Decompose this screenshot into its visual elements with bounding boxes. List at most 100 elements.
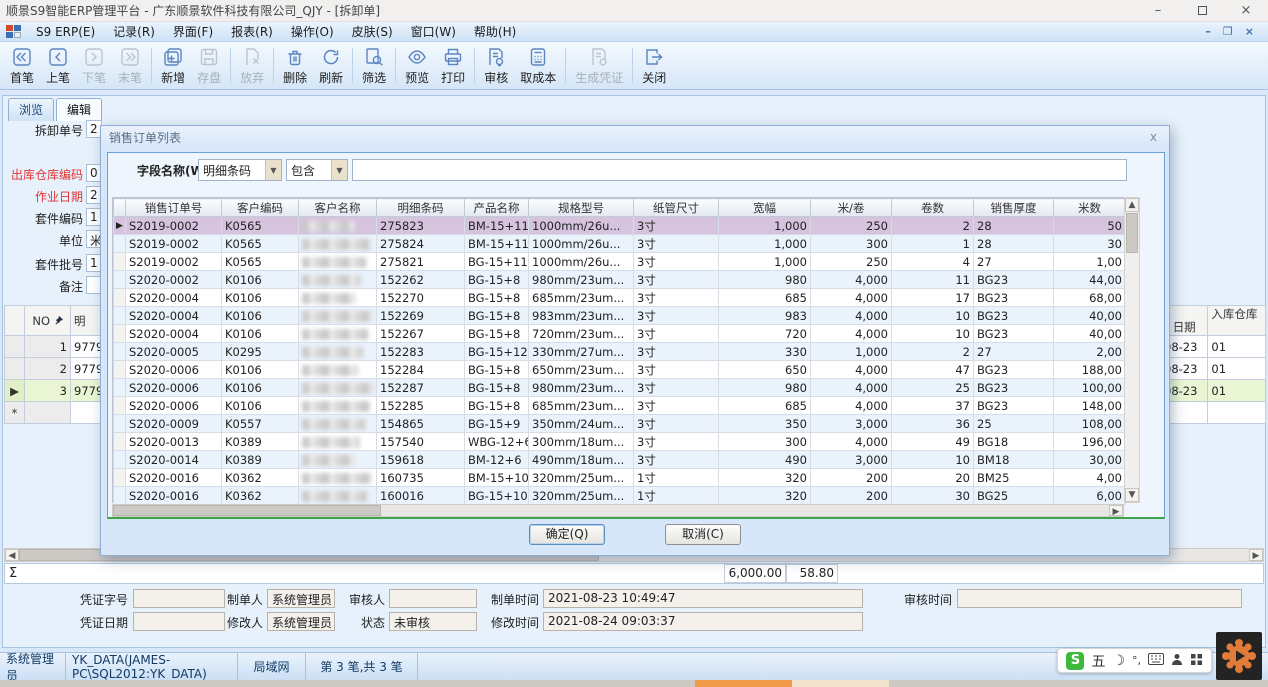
tab-edit[interactable]: 编辑: [56, 98, 102, 121]
toolbar-prev-button[interactable]: 上笔: [40, 44, 76, 87]
row-selector[interactable]: [114, 271, 126, 289]
row-selector[interactable]: [114, 469, 126, 487]
cancel-button[interactable]: 取消(C): [665, 524, 741, 545]
row-selector[interactable]: [114, 379, 126, 397]
table-row[interactable]: 08-2301: [1168, 336, 1266, 358]
menu-s9erp[interactable]: S9 ERP(E): [27, 23, 104, 41]
scroll-down-icon[interactable]: ▼: [1125, 488, 1139, 502]
col-3[interactable]: 明细条码: [377, 199, 465, 217]
toolbar-preview-button[interactable]: 预览: [399, 44, 435, 87]
scroll-up-icon[interactable]: ▲: [1125, 198, 1139, 212]
sogou-logo-icon[interactable]: S: [1066, 652, 1084, 670]
table-row[interactable]: 08-2301: [1168, 358, 1266, 380]
sales-order-row[interactable]: S2020-0004K0106152267BG-15+8720mm/23um..…: [114, 325, 1126, 343]
create-time-field[interactable]: 2021-08-23 10:49:47: [543, 589, 863, 608]
operator-select[interactable]: 包含 ▼: [286, 159, 348, 181]
maximize-button[interactable]: [1180, 0, 1224, 22]
sales-order-row[interactable]: S2020-0006K0106152287BG-15+8980mm/23um..…: [114, 379, 1126, 397]
sales-order-row[interactable]: S2020-0002K0106152262BG-15+8980mm/23um..…: [114, 271, 1126, 289]
toolbar-add-button[interactable]: 新增: [155, 44, 191, 87]
sales-order-row[interactable]: S2020-0016K0362160016BG-15+10320mm/25um.…: [114, 487, 1126, 505]
table-row[interactable]: [1168, 402, 1266, 424]
col-7[interactable]: 宽幅: [719, 199, 811, 217]
row-selector[interactable]: [114, 307, 126, 325]
punctuation-icon[interactable]: °,: [1132, 654, 1141, 667]
modify-time-field[interactable]: 2021-08-24 09:03:37: [543, 612, 863, 631]
status-field[interactable]: 未审核: [389, 612, 477, 631]
row-selector[interactable]: [114, 433, 126, 451]
sales-order-row[interactable]: S2020-0014K0389159618BM-12+6490mm/18um..…: [114, 451, 1126, 469]
menu-window[interactable]: 窗口(W): [402, 21, 465, 42]
mdi-restore-button[interactable]: ❐: [1223, 25, 1233, 38]
col-9[interactable]: 卷数: [892, 199, 974, 217]
close-button[interactable]: ×: [1224, 0, 1268, 22]
menu-reports[interactable]: 报表(R): [222, 21, 282, 42]
row-selector[interactable]: [114, 253, 126, 271]
toolbar-first-button[interactable]: 首笔: [4, 44, 40, 87]
menu-interface[interactable]: 界面(F): [164, 21, 222, 42]
creator-field[interactable]: 系统管理员: [267, 589, 335, 608]
col-2[interactable]: 客户名称: [299, 199, 377, 217]
mdi-minimize-button[interactable]: –: [1205, 25, 1211, 38]
toolbar-refresh-button[interactable]: 刷新: [313, 44, 349, 87]
tab-browse[interactable]: 浏览: [8, 98, 54, 121]
dialog-close-icon[interactable]: x: [1146, 130, 1161, 144]
col-6[interactable]: 纸管尺寸: [634, 199, 719, 217]
col-4[interactable]: 产品名称: [465, 199, 529, 217]
col-10[interactable]: 销售厚度: [974, 199, 1054, 217]
menu-records[interactable]: 记录(R): [104, 21, 164, 42]
scroll-left-icon[interactable]: ◀: [5, 549, 19, 561]
sales-order-row[interactable]: S2020-0006K0106152284BG-15+8650mm/23um..…: [114, 361, 1126, 379]
scroll-right-icon[interactable]: ▶: [1109, 505, 1123, 516]
vscroll-thumb[interactable]: [1126, 213, 1138, 253]
table-row[interactable]: 08-2301: [1168, 380, 1266, 402]
toolbar-cost-button[interactable]: 取成本: [514, 44, 562, 87]
menu-skins[interactable]: 皮肤(S): [343, 21, 402, 42]
col-0[interactable]: 销售订单号: [126, 199, 222, 217]
row-selector[interactable]: [114, 397, 126, 415]
sales-order-row[interactable]: S2019-0002K0565275824BM-15+111000mm/26u.…: [114, 235, 1126, 253]
menu-help[interactable]: 帮助(H): [465, 21, 525, 42]
audit-time-field[interactable]: [957, 589, 1242, 608]
grid-vscrollbar[interactable]: ▲ ▼: [1124, 197, 1140, 503]
col-5[interactable]: 规格型号: [529, 199, 634, 217]
row-selector[interactable]: [114, 361, 126, 379]
sales-order-row[interactable]: S2020-0009K0557154865BG-15+9350mm/24um..…: [114, 415, 1126, 433]
sales-order-row[interactable]: S2020-0006K0106152285BG-15+8685mm/23um..…: [114, 397, 1126, 415]
field-name-select[interactable]: 明细条码 ▼: [198, 159, 282, 181]
toolbar-delete-button[interactable]: 删除: [277, 44, 313, 87]
toolbar-print-button[interactable]: 打印: [435, 44, 471, 87]
sales-order-row[interactable]: S2020-0005K0295152283BG-15+12330mm/27um.…: [114, 343, 1126, 361]
minimize-button[interactable]: –: [1136, 0, 1180, 22]
toolbar-audit-button[interactable]: 审核: [478, 44, 514, 87]
grid-hscroll-thumb[interactable]: [113, 505, 381, 516]
sales-order-row[interactable]: S2020-0013K0389157540WBG-12+6300mm/18um.…: [114, 433, 1126, 451]
grid-hscrollbar[interactable]: ▶: [112, 504, 1124, 517]
toolbar-filter-button[interactable]: 筛选: [356, 44, 392, 87]
menu-operations[interactable]: 操作(O): [282, 21, 343, 42]
modifier-field[interactable]: 系统管理员: [267, 612, 335, 631]
person-icon[interactable]: [1171, 653, 1183, 669]
wubi-mode-icon[interactable]: 五: [1091, 651, 1105, 671]
recorder-app-icon[interactable]: [1216, 632, 1262, 680]
row-selector[interactable]: [114, 487, 126, 505]
night-mode-icon[interactable]: ☽: [1112, 653, 1125, 669]
row-selector[interactable]: [114, 325, 126, 343]
row-selector[interactable]: [114, 415, 126, 433]
toolbar-close-button[interactable]: 关闭: [636, 44, 672, 87]
row-selector[interactable]: [114, 235, 126, 253]
col-8[interactable]: 米/卷: [811, 199, 892, 217]
sales-order-row[interactable]: ▶S2019-0002K0565275823BM-15+111000mm/26u…: [114, 217, 1126, 235]
chevron-down-icon[interactable]: ▼: [331, 160, 347, 180]
filter-value-input[interactable]: [352, 159, 1127, 181]
auditor-field[interactable]: [389, 589, 477, 608]
sales-order-row[interactable]: S2020-0004K0106152269BG-15+8983mm/23um..…: [114, 307, 1126, 325]
row-selector[interactable]: ▶: [114, 217, 126, 235]
row-selector[interactable]: [114, 451, 126, 469]
row-selector[interactable]: [114, 343, 126, 361]
mdi-close-button[interactable]: ×: [1245, 25, 1254, 38]
row-selector[interactable]: [114, 289, 126, 307]
soft-keyboard-icon[interactable]: [1148, 653, 1164, 668]
sales-order-row[interactable]: S2019-0002K0565275821BG-15+111000mm/26u.…: [114, 253, 1126, 271]
chevron-down-icon[interactable]: ▼: [265, 160, 281, 180]
